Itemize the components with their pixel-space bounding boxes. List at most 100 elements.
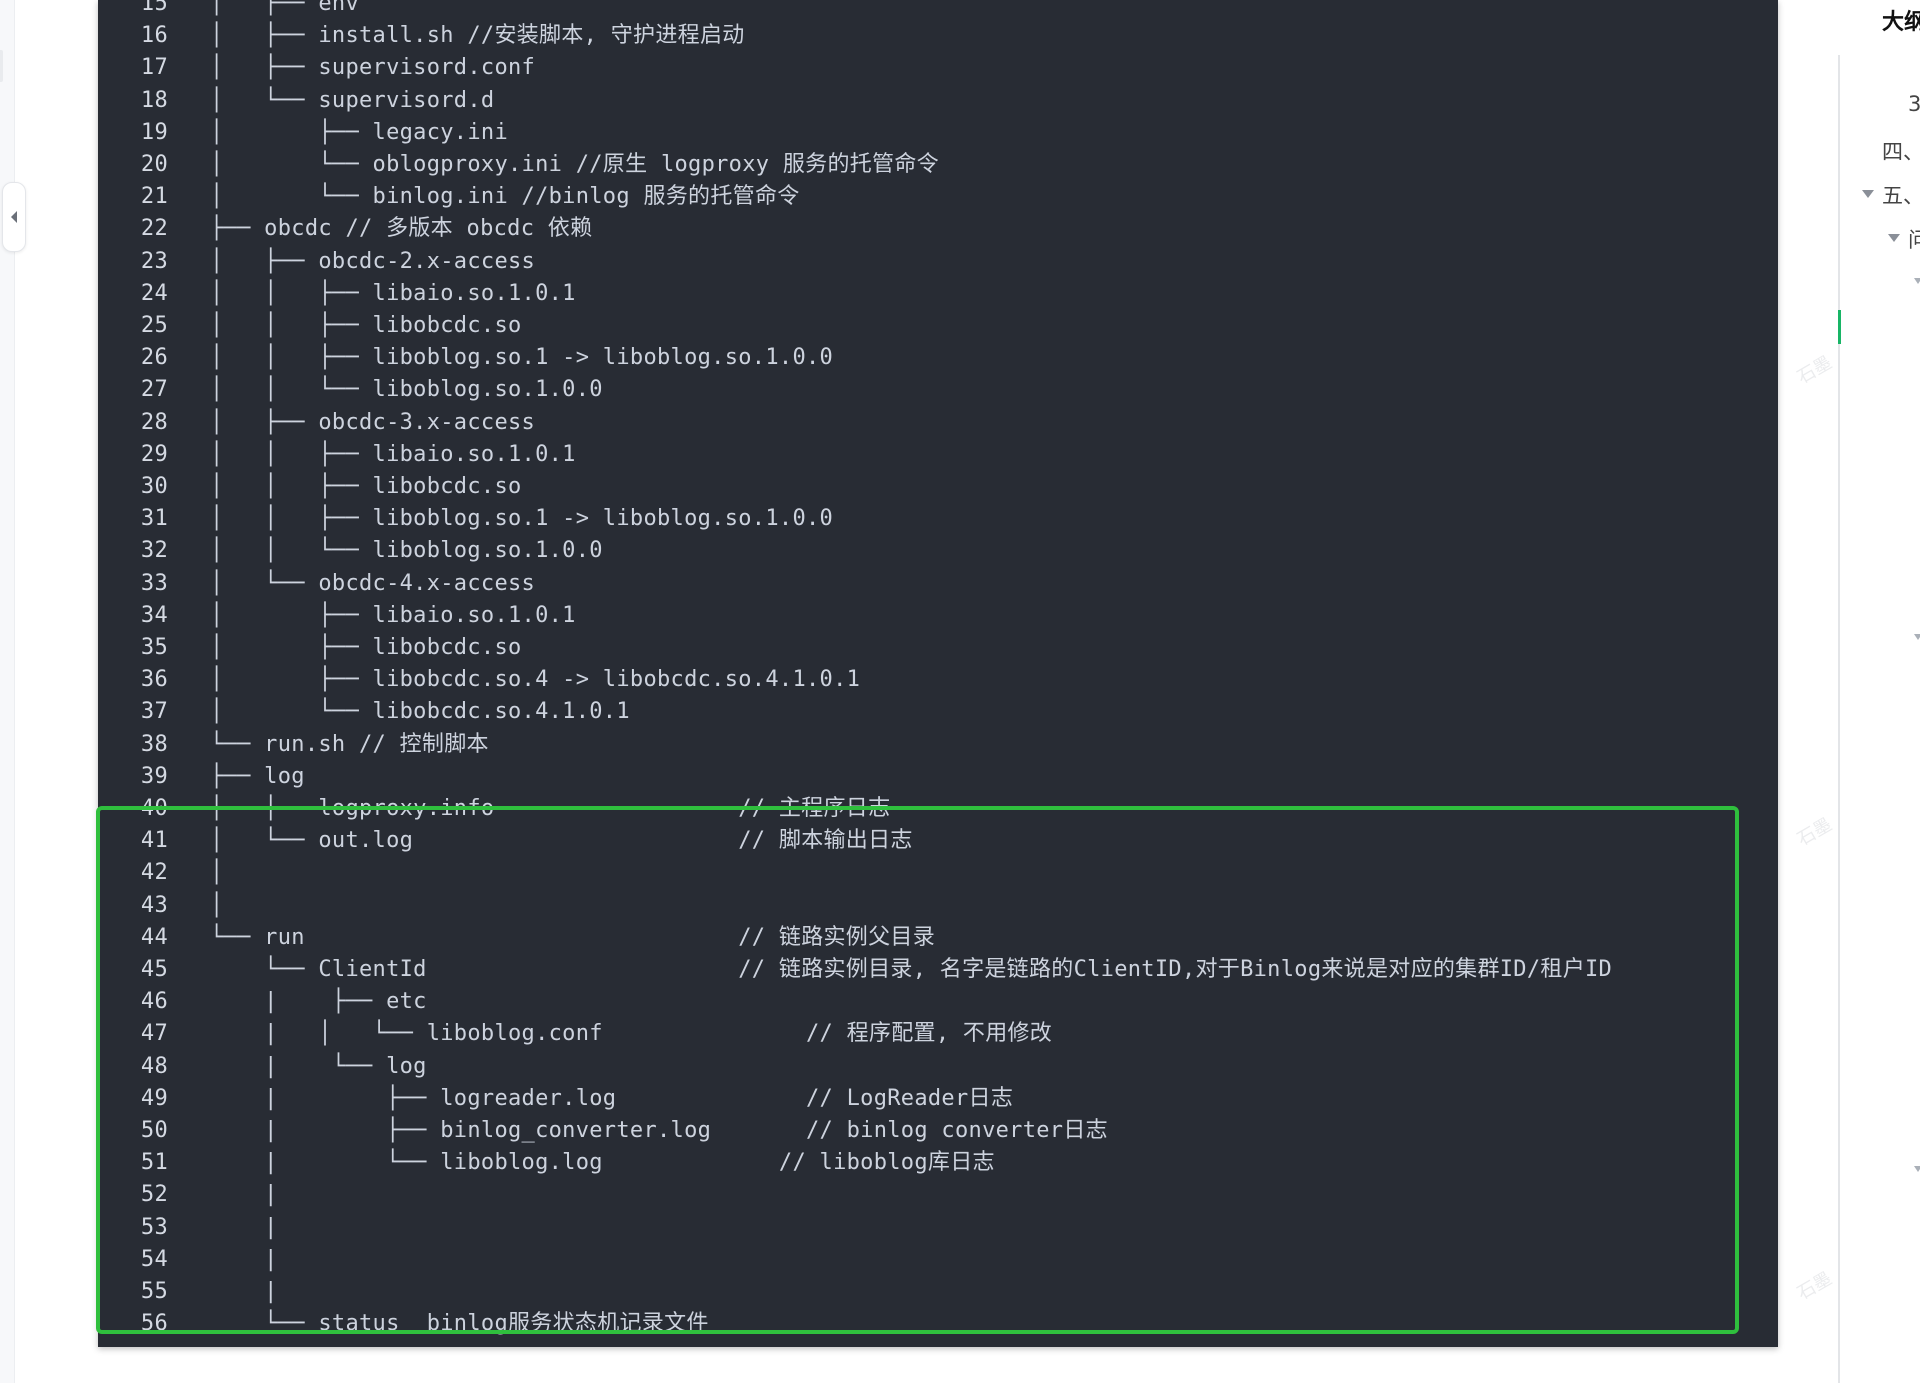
code-line: 15 │ ├── env (98, 0, 359, 20)
code-line: 16 │ ├── install.sh //安装脚本, 守护进程启动 (98, 20, 745, 52)
code-text[interactable]: │ ├── env (210, 0, 359, 16)
code-text[interactable]: │ │ ├── liboblog.so.1 -> liboblog.so.1.0… (210, 506, 833, 531)
code-line: 38 └── run.sh // 控制脚本 (98, 729, 489, 761)
code-text[interactable]: └── status binlog服务状态机记录文件 (210, 1311, 709, 1336)
line-number: 23 (140, 248, 168, 274)
code-text[interactable]: │ ├── obcdc-2.x-access (210, 249, 535, 274)
code-text[interactable]: │ ├── obcdc-3.x-access (210, 410, 535, 435)
code-text[interactable]: │ │ └── liboblog.so.1.0.0 (210, 538, 603, 563)
code-text[interactable]: | (210, 1182, 278, 1207)
code-block[interactable]: 15 │ ├── env 16 │ ├── install.sh //安装脚本, 守护… (98, 0, 1778, 1347)
code-text[interactable]: │ ├── legacy.ini (210, 120, 508, 145)
outline-scroll-marker (1838, 310, 1841, 344)
code-line: 49 | ├── logreader.log // LogReader日志 (98, 1083, 1013, 1115)
code-text[interactable]: │ ├── libobcdc.so.4 -> libobcdc.so.4.1.0… (210, 667, 860, 692)
code-text[interactable]: | ├── logreader.log // LogReader日志 (210, 1086, 1013, 1111)
code-text[interactable]: | (210, 1247, 278, 1272)
code-text[interactable]: | ├── etc (210, 989, 427, 1014)
code-line: 40 │ ├── logproxy.info // 主程序日志 (98, 793, 890, 825)
code-text[interactable]: | ├── binlog_converter.log // binlog con… (210, 1118, 1108, 1143)
code-text[interactable]: ├── obcdc // 多版本 obcdc 依赖 (210, 216, 592, 241)
code-text[interactable]: │ │ ├── liboblog.so.1 -> liboblog.so.1.0… (210, 345, 833, 370)
outline-title: 大纲 (1882, 10, 1920, 35)
code-text[interactable]: | │ └── liboblog.conf // 程序配置, 不用修改 (210, 1021, 1052, 1046)
code-line: 52 | (98, 1179, 278, 1211)
outline-item-4[interactable]: 四、 (1882, 136, 1920, 166)
line-number: 44 (140, 924, 168, 950)
code-line: 34 │ ├── libaio.so.1.0.1 (98, 600, 576, 632)
outline-item-3[interactable]: 3 (1908, 92, 1920, 116)
code-line: 44 └── run // 链路实例父目录 (98, 922, 935, 954)
code-text[interactable]: │ ├── logproxy.info // 主程序日志 (210, 796, 890, 821)
line-number: 16 (140, 23, 168, 49)
code-line: 22 ├── obcdc // 多版本 obcdc 依赖 (98, 213, 592, 245)
code-text[interactable]: └── ClientId // 链路实例目录, 名字是链路的ClientID,对… (210, 957, 1612, 982)
outline-item-question[interactable]: 问 (1908, 224, 1920, 254)
code-text[interactable]: │ └── supervisord.d (210, 88, 494, 113)
line-number: 43 (140, 892, 168, 918)
line-number: 26 (140, 345, 168, 371)
code-text[interactable]: | (210, 1279, 278, 1304)
line-number: 52 (140, 1182, 168, 1208)
line-number: 18 (140, 87, 168, 113)
code-text[interactable]: └── run.sh // 控制脚本 (210, 732, 489, 757)
code-line: 37 │ └── libobcdc.so.4.1.0.1 (98, 696, 630, 728)
code-text[interactable]: | └── liboblog.log // liboblog库日志 (210, 1150, 995, 1175)
code-text[interactable]: | └── log (210, 1054, 427, 1079)
expand-caret-icon[interactable] (1862, 190, 1874, 198)
code-line: 56 └── status binlog服务状态机记录文件 (98, 1308, 709, 1340)
line-number: 27 (140, 377, 168, 403)
code-text[interactable]: │ └── libobcdc.so.4.1.0.1 (210, 699, 630, 724)
code-line: 29 │ │ ├── libaio.so.1.0.1 (98, 439, 576, 471)
line-number: 35 (140, 635, 168, 660)
code-text[interactable]: │ ├── install.sh //安装脚本, 守护进程启动 (210, 23, 745, 48)
watermark: 石墨 (1793, 352, 1836, 389)
line-number: 53 (140, 1214, 168, 1240)
code-text[interactable]: │ ├── supervisord.conf (210, 55, 535, 80)
code-line: 43 │ (98, 890, 224, 922)
expand-caret-icon[interactable] (1914, 1166, 1920, 1172)
line-number: 19 (140, 119, 168, 145)
code-line: 26 │ │ ├── liboblog.so.1 -> liboblog.so.1… (98, 342, 833, 374)
code-line: 25 │ │ ├── libobcdc.so (98, 310, 522, 342)
code-line: 55 | (98, 1276, 278, 1308)
code-text[interactable]: │ └── oblogproxy.ini //原生 logproxy 服务的托管… (210, 152, 939, 177)
code-text[interactable]: │ │ ├── libobcdc.so (210, 313, 522, 338)
code-text[interactable]: │ ├── libobcdc.so (210, 635, 522, 660)
code-line: 19 │ ├── legacy.ini (98, 117, 508, 149)
code-text[interactable]: │ (210, 860, 224, 885)
line-number: 31 (140, 506, 168, 532)
code-line: 36 │ ├── libobcdc.so.4 -> libobcdc.so.4.1… (98, 664, 860, 696)
code-text[interactable]: │ │ ├── libaio.so.1.0.1 (210, 281, 576, 306)
code-line: 23 │ ├── obcdc-2.x-access (98, 246, 535, 278)
code-text[interactable]: │ └── binlog.ini //binlog 服务的托管命令 (210, 184, 800, 209)
chevron-left-icon (11, 211, 17, 223)
expand-caret-icon[interactable] (1914, 634, 1920, 640)
code-text[interactable]: │ (210, 893, 224, 918)
code-line: 31 │ │ ├── liboblog.so.1 -> liboblog.so.1… (98, 503, 833, 535)
line-number: 49 (140, 1085, 168, 1111)
line-number: 28 (140, 409, 168, 435)
code-text[interactable]: | (210, 1215, 278, 1240)
line-number: 30 (140, 474, 168, 499)
code-line: 42 │ (98, 857, 224, 889)
code-text[interactable]: │ └── out.log // 脚本输出日志 (210, 828, 913, 853)
code-line: 39 ├── log (98, 761, 305, 793)
watermark: 石墨 (1793, 1268, 1836, 1305)
collapse-sidebar-button[interactable] (2, 182, 26, 252)
code-line: 27 │ │ └── liboblog.so.1.0.0 (98, 374, 603, 406)
line-number: 22 (140, 216, 168, 242)
outline-item-5[interactable]: 五、 (1882, 180, 1920, 210)
code-text[interactable]: │ └── obcdc-4.x-access (210, 571, 535, 596)
code-text[interactable]: ├── log (210, 764, 305, 789)
code-text[interactable]: │ │ ├── libaio.so.1.0.1 (210, 442, 576, 467)
code-line: 46 | ├── etc (98, 986, 427, 1018)
expand-caret-icon[interactable] (1914, 278, 1920, 284)
left-edge-tab[interactable] (0, 50, 3, 82)
code-text[interactable]: └── run // 链路实例父目录 (210, 925, 935, 950)
code-text[interactable]: │ │ └── liboblog.so.1.0.0 (210, 377, 603, 402)
code-text[interactable]: │ ├── libaio.so.1.0.1 (210, 603, 576, 628)
line-number: 33 (140, 570, 168, 596)
code-text[interactable]: │ │ ├── libobcdc.so (210, 474, 522, 499)
expand-caret-icon[interactable] (1888, 234, 1900, 242)
